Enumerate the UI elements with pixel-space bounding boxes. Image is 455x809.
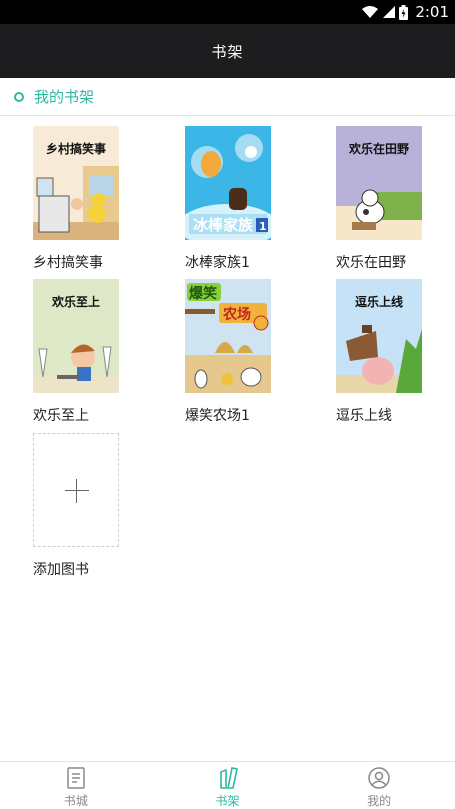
tab-bookstore[interactable]: 书城 — [0, 762, 152, 809]
cover-title: 欢乐在田野 — [348, 142, 409, 156]
book-cover[interactable]: 逗乐上线 — [336, 279, 422, 393]
section-label: 我的书架 — [34, 88, 95, 106]
tab-profile[interactable]: 我的 — [303, 762, 455, 809]
cover-title: 欢乐至上 — [51, 295, 100, 309]
status-icons: 2:01 — [361, 0, 449, 24]
cover-illustration: 冰棒家族 1 — [185, 126, 271, 240]
add-book-button[interactable] — [33, 433, 119, 547]
battery-icon — [399, 4, 409, 20]
book-cover[interactable]: 爆笑 农场 — [185, 279, 271, 393]
bottom-tab-bar: 书城 书架 我的 — [0, 761, 455, 809]
cover-illustration: 爆笑 农场 — [185, 279, 271, 393]
cover-title: 逗乐上线 — [354, 295, 403, 309]
tab-label: 书架 — [215, 794, 240, 808]
book-icon — [67, 767, 85, 789]
tab-label: 我的 — [367, 794, 392, 808]
status-bar: 2:01 — [0, 0, 455, 24]
svg-text:爆笑: 爆笑 — [189, 285, 217, 302]
book-title: 爆笑农场1 — [185, 408, 250, 424]
book-title: 欢乐至上 — [33, 408, 89, 424]
book-item[interactable]: 冰棒家族 1 冰棒家族1 — [185, 126, 305, 272]
tab-label: 书城 — [63, 794, 88, 808]
profile-icon — [368, 767, 390, 789]
add-book-label: 添加图书 — [33, 562, 89, 578]
tab-bookshelf[interactable]: 书架 — [152, 762, 304, 809]
circle-bullet-icon — [14, 91, 24, 102]
svg-text:冰棒家族: 冰棒家族 — [193, 216, 254, 234]
book-item[interactable]: 爆笑 农场 爆笑农场1 — [185, 279, 305, 425]
book-item[interactable]: 欢乐在田野 欢乐在田野 — [336, 126, 455, 272]
book-cover[interactable]: 欢乐在田野 — [336, 126, 422, 240]
book-title: 逗乐上线 — [336, 408, 392, 424]
book-title: 冰棒家族1 — [185, 255, 250, 271]
book-title: 欢乐在田野 — [336, 255, 406, 271]
plus-icon-vertical — [76, 479, 77, 503]
wifi-icon — [362, 6, 379, 18]
signal-icon — [383, 6, 396, 18]
add-book-item[interactable]: 添加图书 — [33, 433, 153, 579]
book-cover[interactable]: 乡村搞笑事 — [33, 126, 119, 240]
status-time: 2:01 — [415, 3, 449, 21]
book-item[interactable]: 乡村搞笑事 乡村搞笑事 — [33, 126, 153, 272]
svg-text:1: 1 — [259, 220, 267, 233]
app-bar: 书架 — [0, 24, 455, 78]
plus-icon — [65, 490, 89, 491]
page-title: 书架 — [211, 42, 244, 61]
bookshelf-icon — [219, 767, 238, 789]
book-item[interactable]: 逗乐上线 逗乐上线 — [336, 279, 455, 425]
book-item[interactable]: 欢乐至上 欢乐至上 — [33, 279, 153, 425]
svg-text:农场: 农场 — [222, 306, 251, 323]
book-cover[interactable]: 冰棒家族 1 — [185, 126, 271, 240]
book-title: 乡村搞笑事 — [33, 255, 103, 271]
cover-title: 乡村搞笑事 — [45, 142, 106, 156]
book-cover[interactable]: 欢乐至上 — [33, 279, 119, 393]
section-header-my-bookshelf: 我的书架 — [0, 78, 455, 116]
